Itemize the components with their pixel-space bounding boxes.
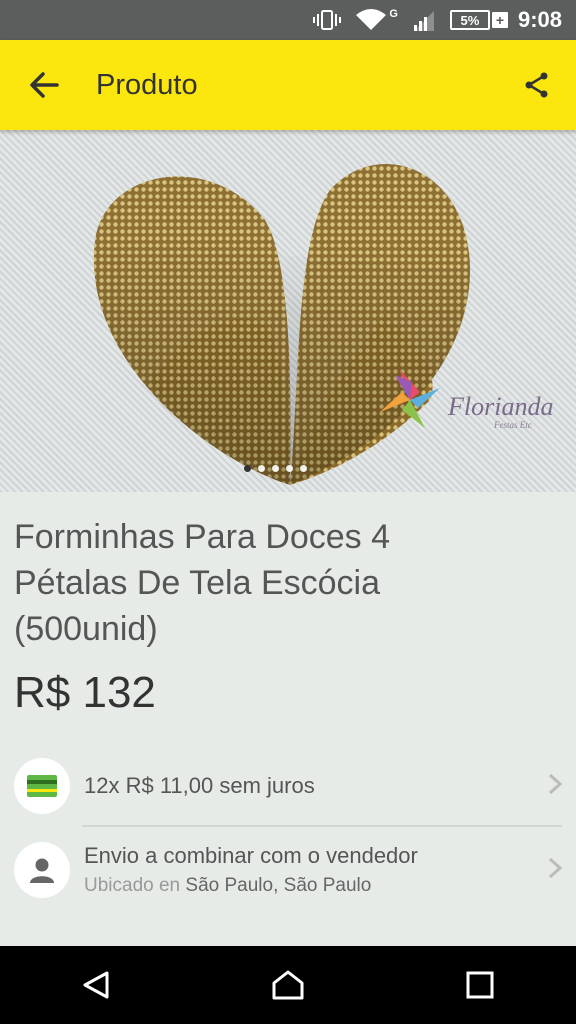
pagination-dot (258, 465, 265, 472)
home-icon (272, 970, 304, 1000)
product-price: R$ 132 (14, 668, 156, 717)
chevron-right-icon (548, 855, 563, 886)
shipping-row[interactable]: Envio a combinar com o vendedor Ubicado … (0, 842, 576, 898)
installments-text: 12x R$ 11,00 sem juros (84, 773, 315, 798)
chevron-right-icon (548, 771, 563, 802)
product-title-line: (500unid) (14, 610, 158, 648)
status-bar: G 5% + 9:08 (0, 0, 576, 40)
pagination-dot (300, 465, 307, 472)
shipping-icon-wrap (14, 842, 70, 898)
pagination-dot (244, 465, 251, 472)
back-triangle-icon (83, 971, 109, 999)
product-title: Forminhas Para Doces 4 Pétalas De Tela E… (14, 514, 534, 652)
shipping-text: Envio a combinar com o vendedor (84, 843, 418, 868)
battery-charging-plus: + (491, 12, 508, 28)
app-bar: Produto (0, 40, 576, 130)
product-title-line: Pétalas De Tela Escócia (14, 564, 381, 602)
nav-home-button[interactable] (258, 955, 318, 1015)
share-icon (525, 72, 548, 98)
nav-recents-button[interactable] (450, 955, 510, 1015)
battery-icon: 5% + (449, 10, 508, 30)
divider (82, 825, 562, 827)
recents-square-icon (466, 971, 494, 999)
wifi-icon: G (355, 8, 398, 32)
product-image-gallery[interactable]: Florianda Festas Etc (0, 130, 576, 492)
payment-row[interactable]: 12x R$ 11,00 sem juros (0, 758, 576, 814)
watermark-subtitle: Festas Etc (493, 420, 532, 430)
back-button[interactable] (14, 55, 74, 115)
product-image: Florianda Festas Etc (93, 164, 553, 485)
pagination-dot (286, 465, 293, 472)
location-prefix: Ubicado en (84, 875, 181, 896)
battery-percent: 5% (460, 12, 480, 28)
watermark-text: Florianda (447, 392, 553, 421)
product-title-line: Forminhas Para Doces 4 (14, 518, 391, 556)
person-icon (30, 858, 54, 883)
credit-card-icon (27, 775, 57, 797)
pagination-dot (272, 465, 279, 472)
arrow-left-icon (30, 72, 59, 98)
location-line: Ubicado en São Paulo, São Paulo (84, 875, 576, 897)
location-value: São Paulo, São Paulo (185, 875, 372, 896)
gallery-pagination-dots (244, 465, 307, 472)
share-button[interactable] (512, 60, 562, 110)
nav-back-button[interactable] (66, 955, 126, 1015)
network-type-label: G (389, 8, 398, 20)
system-navigation-bar (0, 946, 576, 1024)
cell-signal-icon (412, 9, 436, 31)
page-title: Produto (96, 68, 198, 101)
clock: 9:08 (517, 7, 562, 32)
payment-icon-wrap (14, 758, 70, 814)
vibrate-icon (313, 9, 342, 31)
